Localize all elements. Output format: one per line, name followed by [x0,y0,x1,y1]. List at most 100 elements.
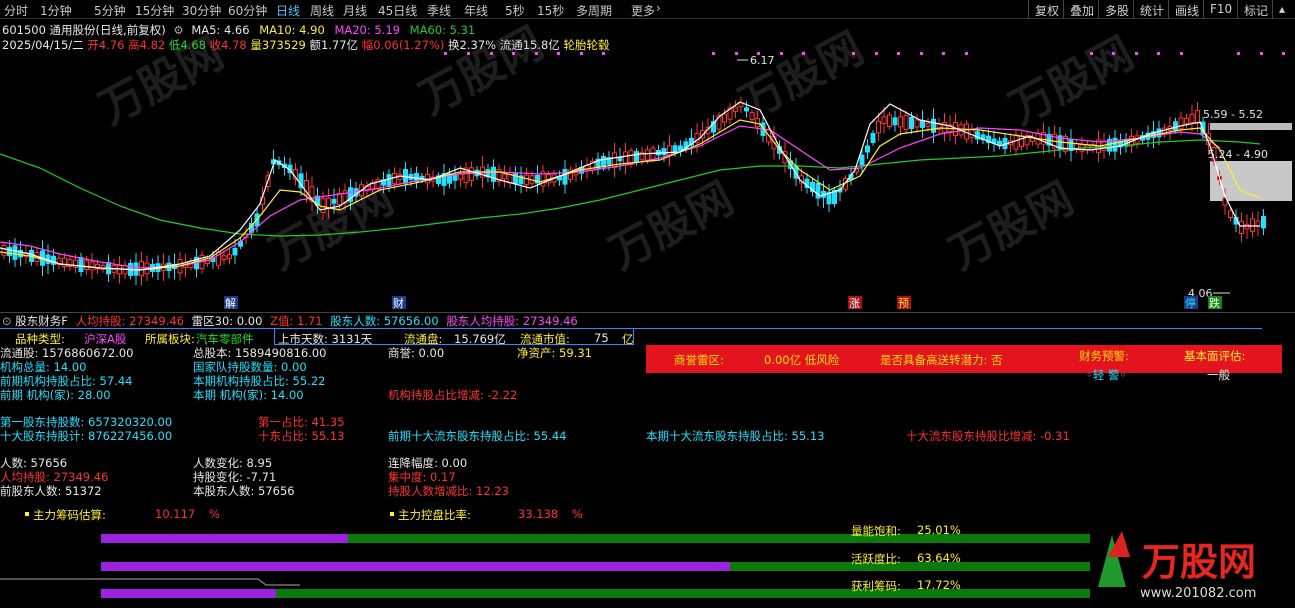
brand-name: 万股网 [1142,540,1256,584]
candle-body [881,116,887,125]
main-control-unit: % [572,507,583,521]
draw-line-button[interactable]: 画线 [1168,0,1205,19]
chevron-down-icon[interactable]: ⊙ [2,314,12,328]
candle-body [221,255,227,260]
tab-period-more[interactable]: 更多 [631,2,655,19]
candle-body [89,261,95,271]
tab-period-15sec[interactable]: 15秒 [537,2,564,19]
tab-period-monthly[interactable]: 月线 [343,2,367,19]
energy-bar-fill [101,534,349,543]
svg-text:6.17: 6.17 [750,54,775,67]
candle-body [227,254,232,259]
tab-period-fenshi[interactable]: 分时 [4,2,28,19]
profit-bar-fill [101,589,277,598]
brand-logo: 万股网 www.201082.com [1090,527,1290,605]
float-mv-unit: 亿 [622,332,634,346]
f10-button[interactable]: F10 [1203,0,1238,19]
indicator-name[interactable]: 股东财务F [15,314,68,328]
candle-body [914,119,920,128]
energy-label: 量能饱和: [851,524,901,538]
mark-button[interactable]: 标记 [1237,0,1274,19]
kline-chart[interactable]: 万股网 万股网 万股网 万股网 万股网 万股网 万股网 6.17 4.06 5.… [0,20,1295,310]
marker-zhang: 涨 [849,297,860,310]
svg-text:万股网: 万股网 [411,20,551,125]
candle-body [232,247,238,256]
tab-period-weekly[interactable]: 周线 [310,2,334,19]
high-price-marker: 6.17 [737,54,775,67]
warning-level: ◦轻 警◦ [1086,368,1127,382]
candle-body [969,128,975,139]
candle-body [749,112,755,120]
candle-body [870,133,876,143]
marker-jie: 解 [225,296,236,310]
marker-cai: 财 [393,296,404,310]
restore-rights-button[interactable]: 复权 [1028,0,1065,19]
candle-body [661,148,667,156]
candle-body [645,149,650,161]
tab-period-daily[interactable]: 日线 [276,2,300,19]
marker-ting: 停 [1185,296,1196,310]
candle-body [925,122,931,127]
candle-body [1228,210,1233,218]
avg-holding: 人均持股: 27349.46 [75,314,184,328]
brand-url: www.201082.com [1140,586,1256,601]
candle-body [733,106,738,112]
candle-body [1244,223,1250,230]
tab-period-1min[interactable]: 1分钟 [40,2,72,19]
holder-avg: 股东人均持股: 27349.46 [446,314,578,328]
finance-warning-label: 财务预警: [1079,349,1129,363]
candle-body [1013,134,1019,150]
tab-period-45day[interactable]: 45日线 [378,2,417,19]
candle-body [320,198,326,214]
main-control-label: 主力控盘比率: [398,508,471,522]
tab-period-multi[interactable]: 多周期 [576,2,612,19]
candle-body [469,167,474,181]
candle-body [1173,121,1178,131]
candle-body [84,260,89,271]
candle-body [859,154,865,166]
candle-body [865,145,870,153]
marker-yu: 预 [898,297,909,310]
candle-body [744,107,749,112]
multi-stock-button[interactable]: 多股 [1098,0,1135,19]
inst-change: 机构持股占比增减: -2.22 [388,388,518,402]
prev-top10-float: 前期十大流东股东持股占比: 55.44 [388,429,567,443]
candle-body [634,151,639,163]
chevron-right-icon[interactable]: › [656,1,661,15]
main-chip-unit: % [209,507,220,521]
candle-body [1195,110,1200,124]
candle-body [386,174,392,187]
tab-period-5min[interactable]: 5分钟 [94,2,126,19]
goodwill-zone-value: 0.00亿 低风险 [764,353,840,367]
range-label-2: 5.24 - 4.90 [1208,148,1268,161]
tab-period-5sec[interactable]: 5秒 [505,2,525,19]
sector-label: 所属板块: [145,332,195,346]
candle-body [903,115,909,130]
candle-body [876,120,881,134]
tab-period-15min[interactable]: 15分钟 [135,2,174,19]
candle-body [931,118,936,133]
watermark-layer: 万股网 万股网 万股网 万股网 万股网 万股网 万股网 [91,20,1141,280]
candle-body [920,120,925,128]
candle-body [331,198,337,204]
tab-period-60min[interactable]: 60分钟 [228,2,267,19]
main-control-bullet [390,512,394,516]
fundamental-label: 基本面评估: [1184,349,1246,363]
overlay-button[interactable]: 叠加 [1063,0,1100,19]
tab-period-30min[interactable]: 30分钟 [182,2,221,19]
fundamental-value: 一般 [1207,368,1230,382]
statistics-button[interactable]: 统计 [1133,0,1170,19]
tab-period-year[interactable]: 年线 [464,2,488,19]
candle-body [1184,117,1189,124]
curr-people: 本股东人数: 57656 [193,484,295,498]
tab-period-quarter[interactable]: 季线 [427,2,451,19]
chevron-up-icon[interactable]: ▴ [1272,0,1291,19]
svg-text:万股网: 万股网 [91,28,231,135]
profit-value: 17.72% [917,578,961,592]
svg-text:万股网: 万股网 [1001,28,1141,135]
candle-body [1239,220,1244,235]
candle-body [78,256,84,273]
net-assets: 净资产: 59.31 [517,346,592,360]
candle-body [392,173,397,185]
candle-body [1261,215,1266,229]
